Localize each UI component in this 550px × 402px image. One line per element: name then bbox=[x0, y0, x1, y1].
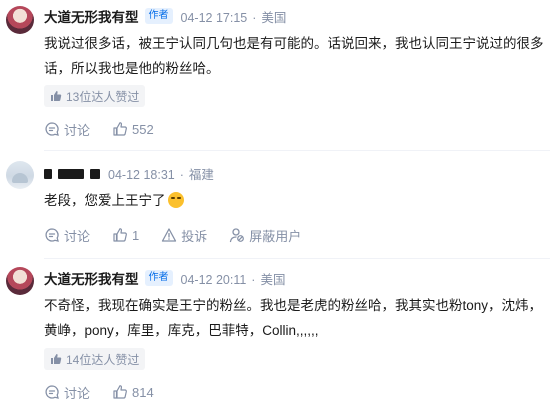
comment-text: 不奇怪，我现在确实是王宁的粉丝。我也是老虎的粉丝哈，我其实也粉tony，沈炜，黄… bbox=[44, 298, 543, 338]
expert-likes-badge[interactable]: 13位达人赞过 bbox=[44, 85, 146, 107]
like-count: 814 bbox=[132, 384, 154, 400]
reply-label: 讨论 bbox=[64, 122, 91, 138]
block-user-button[interactable]: 屏蔽用户 bbox=[229, 226, 301, 245]
comment-text: 老段，您爱上王宁了 bbox=[44, 188, 544, 213]
comment-date: 04-12 17:15 bbox=[180, 10, 248, 25]
comment-date: 04-12 20:11 bbox=[180, 272, 247, 287]
like-icon bbox=[113, 122, 127, 136]
comment-text: 我说过很多话，被王宁认同几句也是有可能的。话说回来，我也认同王宁说过的很多话，所… bbox=[44, 36, 544, 76]
meta-separator: · bbox=[252, 10, 257, 25]
like-button[interactable]: 814 bbox=[112, 384, 154, 400]
comment-actions: 讨论 814 bbox=[44, 382, 176, 402]
expert-likes-badge[interactable]: 14位达人赞过 bbox=[44, 348, 146, 370]
comment-location: 美国 bbox=[260, 272, 286, 287]
comment-bubble-icon bbox=[45, 228, 59, 242]
thumbs-up-icon bbox=[51, 91, 62, 101]
author-name[interactable]: 大道无形我有型 bbox=[44, 268, 139, 288]
author-name[interactable]: 大道无形我有型 bbox=[44, 6, 139, 26]
comment-date: 04-12 18:31 bbox=[108, 167, 175, 182]
block-user-icon bbox=[230, 228, 245, 243]
like-button[interactable]: 552 bbox=[112, 121, 154, 137]
warning-triangle-icon bbox=[162, 228, 177, 242]
thumbs-up-icon bbox=[51, 354, 62, 364]
comment-location: 美国 bbox=[261, 10, 287, 25]
comment-location: 福建 bbox=[188, 167, 214, 182]
like-button[interactable]: 1 bbox=[112, 227, 139, 243]
expert-likes-label: 14位达人赞过 bbox=[66, 352, 140, 367]
like-count: 552 bbox=[132, 121, 154, 137]
comment-header: 大道无形我有型 作者 04-12 20:11 · 美国 bbox=[44, 268, 285, 288]
reply-button[interactable]: 讨论 bbox=[44, 383, 90, 402]
block-user-label: 屏蔽用户 bbox=[249, 228, 302, 244]
reply-button[interactable]: 讨论 bbox=[44, 120, 90, 139]
comment-text-content: 老段，您爱上王宁了 bbox=[44, 193, 166, 208]
meta-separator: · bbox=[179, 167, 184, 182]
like-count: 1 bbox=[132, 227, 140, 243]
divider bbox=[44, 258, 550, 259]
comment-actions: 讨论 552 bbox=[44, 119, 176, 139]
comment-meta: 04-12 17:15 · 美国 bbox=[181, 7, 287, 26]
like-icon bbox=[113, 228, 127, 242]
expert-likes-label: 13位达人赞过 bbox=[66, 89, 140, 104]
comment-meta: 04-12 20:11 · 美国 bbox=[181, 269, 286, 288]
comment-bubble-icon bbox=[45, 122, 59, 136]
laughing-emoji-icon bbox=[167, 192, 184, 208]
divider bbox=[44, 150, 550, 151]
avatar[interactable] bbox=[6, 161, 34, 189]
report-button[interactable]: 投诉 bbox=[161, 226, 207, 245]
reply-label: 讨论 bbox=[64, 228, 91, 244]
avatar[interactable] bbox=[6, 267, 34, 295]
author-badge: 作者 bbox=[144, 8, 173, 24]
comment-header: 大道无形我有型 作者 04-12 17:15 · 美国 bbox=[44, 6, 286, 26]
redacted-mark bbox=[90, 169, 100, 180]
like-icon bbox=[113, 385, 127, 399]
avatar[interactable] bbox=[6, 6, 34, 34]
author-badge: 作者 bbox=[144, 270, 173, 286]
author-name-redacted[interactable] bbox=[44, 166, 106, 181]
comment-header: 04-12 18:31 · 福建 bbox=[44, 163, 214, 183]
redacted-mark bbox=[44, 169, 52, 180]
reply-button[interactable]: 讨论 bbox=[44, 226, 90, 245]
comment-actions: 讨论 1 投诉 屏蔽用户 bbox=[44, 225, 323, 245]
report-label: 投诉 bbox=[181, 228, 208, 244]
comment-bubble-icon bbox=[45, 385, 59, 399]
redacted-mark bbox=[58, 169, 84, 180]
comment-meta: 04-12 18:31 · 福建 bbox=[108, 164, 214, 183]
meta-separator: · bbox=[251, 272, 256, 287]
reply-label: 讨论 bbox=[64, 385, 91, 401]
